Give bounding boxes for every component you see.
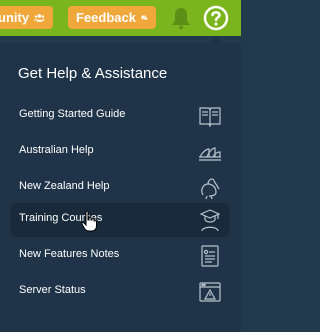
top-navigation-bar: unity Feedback — [0, 0, 241, 36]
menu-item-australian-help[interactable]: Australian Help — [11, 135, 229, 169]
dropdown-caret — [209, 36, 223, 43]
menu-item-server-status[interactable]: Server Status — [11, 275, 229, 309]
notifications-bell-icon[interactable] — [170, 6, 192, 30]
users-icon — [34, 13, 45, 22]
hand-pointer-cursor — [81, 210, 97, 232]
graduate-icon — [197, 207, 223, 233]
kiwi-bird-icon — [197, 175, 223, 201]
feedback-button-label: Feedback — [76, 10, 136, 25]
menu-item-label: New Zealand Help — [19, 180, 110, 192]
menu-item-label: Server Status — [19, 284, 86, 296]
sydney-opera-house-icon — [197, 139, 223, 165]
server-warning-icon — [197, 279, 223, 305]
menu-item-label: Getting Started Guide — [19, 108, 126, 120]
panel-title: Get Help & Assistance — [18, 65, 168, 82]
menu-item-training-courses[interactable]: Training Courses — [11, 203, 229, 237]
menu-item-label: Australian Help — [19, 144, 94, 156]
chat-bubbles-icon — [141, 14, 148, 20]
notes-icon — [197, 243, 223, 269]
menu-item-label: New Features Notes — [19, 248, 120, 260]
menu-item-new-features-notes[interactable]: New Features Notes — [11, 239, 229, 273]
feedback-button[interactable]: Feedback — [68, 6, 156, 29]
menu-item-new-zealand-help[interactable]: New Zealand Help — [11, 171, 229, 205]
menu-item-getting-started-guide[interactable]: Getting Started Guide — [11, 99, 229, 133]
community-button-label: unity — [0, 10, 30, 25]
help-dropdown-panel: Get Help & Assistance Getting Started Gu… — [0, 43, 241, 332]
community-button[interactable]: unity — [0, 6, 53, 29]
book-icon — [197, 103, 223, 129]
help-question-icon[interactable] — [203, 5, 229, 31]
